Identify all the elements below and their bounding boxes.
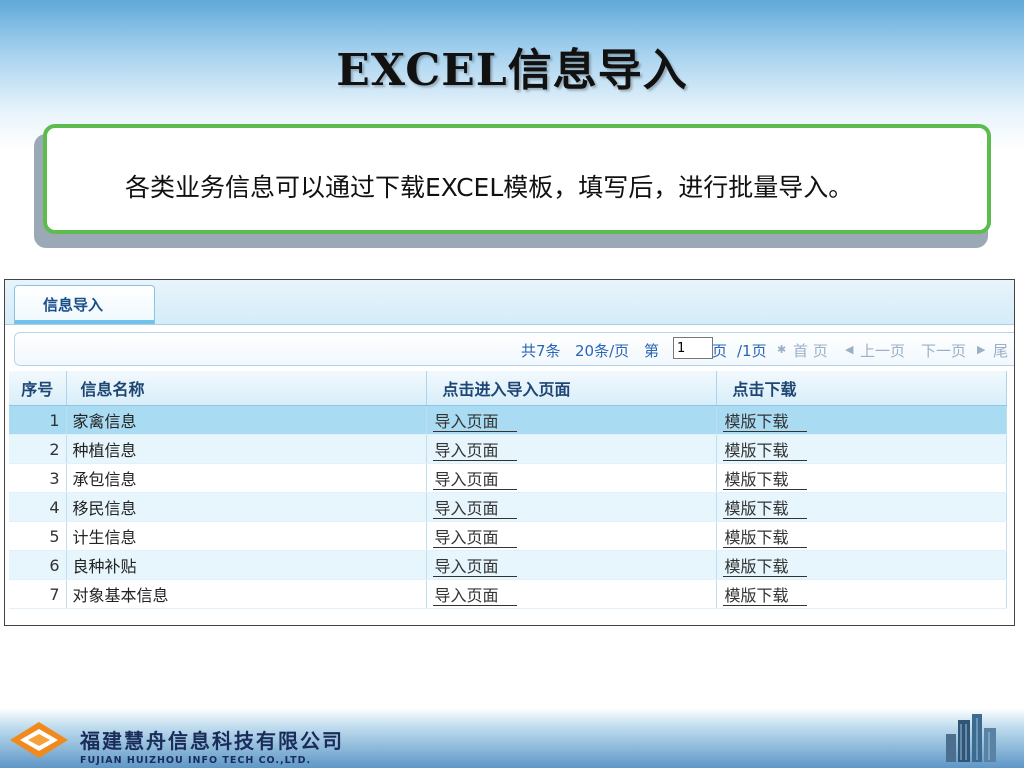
prev-page-icon: ◀: [845, 343, 854, 356]
row-info-name: 种植信息: [66, 434, 427, 464]
pager-page-prefix: 第: [644, 342, 660, 360]
slide-title: EXCEL信息导入: [336, 45, 688, 96]
template-download-link[interactable]: 模版下载: [722, 528, 807, 548]
pager-total: 共7条: [521, 342, 561, 360]
table-row[interactable]: 2 种植信息 导入页面 模版下载: [9, 434, 1007, 464]
last-page-button[interactable]: 尾: [993, 340, 1008, 361]
row-info-name: 承包信息: [66, 463, 427, 493]
template-download-link[interactable]: 模版下载: [722, 412, 807, 432]
tab-strip: 信息导入: [5, 280, 1014, 325]
table-header-row: 序号 信息名称 点击进入导入页面 点击下载: [9, 371, 1007, 406]
tab-label: 信息导入: [43, 296, 104, 314]
row-number: 2: [9, 434, 67, 464]
template-download-link[interactable]: 模版下载: [722, 557, 807, 577]
row-number: 1: [9, 405, 67, 435]
company-logo-icon: [10, 722, 68, 758]
col-header-import: 点击进入导入页面: [426, 371, 717, 406]
pagination-bar: 共7条 20条/页 第 页 /1页 ✱ 首 页 ◀ 上一页 下一页 ▶ 尾: [14, 332, 1014, 366]
building-icon: [946, 714, 996, 762]
next-page-button[interactable]: 下一页: [921, 340, 966, 361]
footer-bar: 福建慧舟信息科技有限公司 FUJIAN HUIZHOU INFO TECH CO…: [0, 708, 1024, 768]
row-info-name: 移民信息: [66, 492, 427, 522]
import-table: 序号 信息名称 点击进入导入页面 点击下载 1 家禽信息 导入页面 模版下载 2…: [9, 371, 1007, 609]
first-page-button[interactable]: 首 页: [793, 340, 828, 361]
description-text: 各类业务信息可以通过下载EXCEL模板，填写后，进行批量导入。: [125, 173, 854, 202]
table-row[interactable]: 4 移民信息 导入页面 模版下载: [9, 492, 1007, 522]
row-info-name: 家禽信息: [66, 405, 427, 435]
import-panel: 信息导入 共7条 20条/页 第 页 /1页 ✱ 首 页 ◀ 上一页 下一页 ▶…: [4, 279, 1015, 626]
row-number: 6: [9, 550, 67, 580]
row-number: 4: [9, 492, 67, 522]
row-number: 3: [9, 463, 67, 493]
row-info-name: 良种补贴: [66, 550, 427, 580]
template-download-link[interactable]: 模版下载: [722, 586, 807, 606]
import-page-link[interactable]: 导入页面: [432, 586, 517, 606]
row-number: 5: [9, 521, 67, 551]
description-callout: 各类业务信息可以通过下载EXCEL模板，填写后，进行批量导入。: [43, 124, 991, 234]
template-download-link[interactable]: 模版下载: [722, 470, 807, 490]
page-number-input[interactable]: [673, 337, 713, 359]
prev-page-button[interactable]: 上一页: [860, 340, 905, 361]
table-row[interactable]: 3 承包信息 导入页面 模版下载: [9, 463, 1007, 493]
table-row[interactable]: 1 家禽信息 导入页面 模版下载: [9, 405, 1007, 435]
col-header-no: 序号: [9, 371, 67, 406]
table-row[interactable]: 6 良种补贴 导入页面 模版下载: [9, 550, 1007, 580]
import-page-link[interactable]: 导入页面: [432, 412, 517, 432]
row-info-name: 对象基本信息: [66, 579, 427, 609]
pager-page-count: /1页: [737, 342, 767, 360]
import-page-link[interactable]: 导入页面: [432, 470, 517, 490]
next-page-icon: ▶: [977, 343, 986, 356]
table-row[interactable]: 7 对象基本信息 导入页面 模版下载: [9, 579, 1007, 609]
first-page-icon: ✱: [777, 343, 787, 356]
tab-info-import[interactable]: 信息导入: [14, 285, 155, 324]
import-page-link[interactable]: 导入页面: [432, 441, 517, 461]
tab-underline: [15, 320, 154, 324]
pager-page-suffix: 页: [712, 342, 728, 360]
col-header-name: 信息名称: [66, 371, 427, 406]
row-info-name: 计生信息: [66, 521, 427, 551]
template-download-link[interactable]: 模版下载: [722, 441, 807, 461]
table-row[interactable]: 5 计生信息 导入页面 模版下载: [9, 521, 1007, 551]
template-download-link[interactable]: 模版下载: [722, 499, 807, 519]
company-name-cn: 福建慧舟信息科技有限公司: [80, 729, 344, 753]
import-page-link[interactable]: 导入页面: [432, 528, 517, 548]
row-number: 7: [9, 579, 67, 609]
import-page-link[interactable]: 导入页面: [432, 499, 517, 519]
col-header-download: 点击下载: [716, 371, 1007, 406]
import-page-link[interactable]: 导入页面: [432, 557, 517, 577]
company-name-en: FUJIAN HUIZHOU INFO TECH CO.,LTD.: [80, 755, 312, 766]
pager-per-page: 20条/页: [575, 342, 630, 360]
